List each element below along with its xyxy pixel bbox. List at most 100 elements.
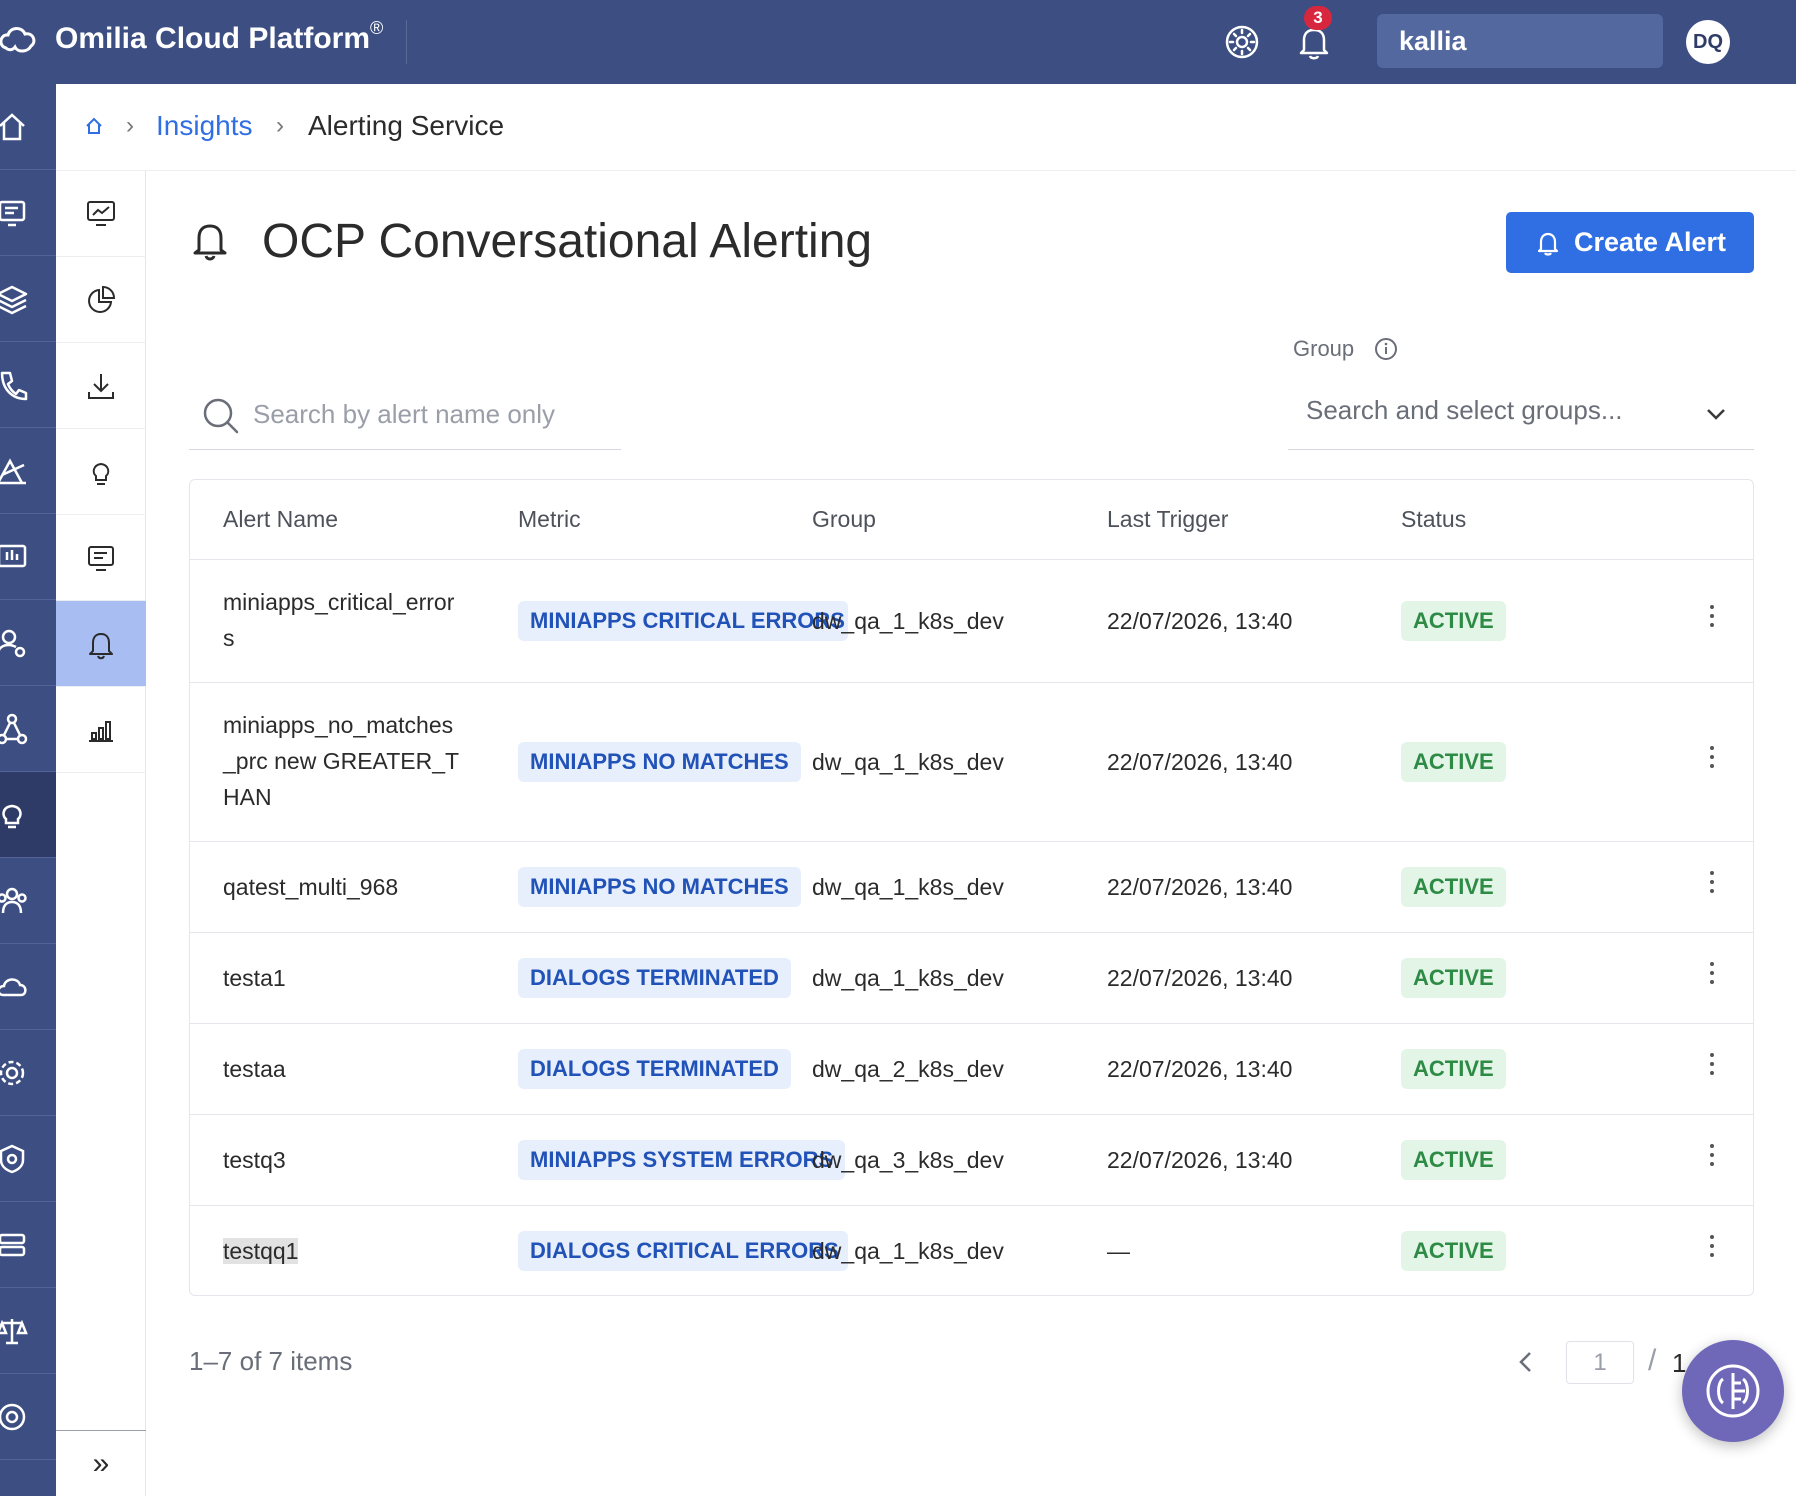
subnav-reports[interactable]	[56, 257, 146, 343]
breadcrumb-insights-link[interactable]: Insights	[156, 110, 253, 142]
subnav-alerting[interactable]	[56, 601, 146, 687]
row-actions-menu-icon[interactable]	[1700, 953, 1724, 993]
metric-tag: MINIAPPS SYSTEM ERRORS	[518, 1140, 846, 1180]
subnav-dashboard-reports[interactable]	[56, 515, 146, 601]
row-actions-menu-icon[interactable]	[1700, 737, 1724, 777]
row-actions-menu-icon[interactable]	[1700, 862, 1724, 902]
user-settings-icon	[0, 629, 26, 657]
row-actions-menu-icon[interactable]	[1700, 1044, 1724, 1084]
theme-toggle-icon[interactable]	[1222, 22, 1262, 62]
bell-icon	[193, 224, 227, 261]
status-badge: ACTIVE	[1401, 1231, 1506, 1271]
chevron-left-icon[interactable]	[1514, 1348, 1538, 1376]
create-alert-button[interactable]: Create Alert	[1506, 212, 1754, 273]
table-row[interactable]: testqq1 DIALOGS CRITICAL ERRORS dw_qa_1_…	[190, 1206, 1753, 1295]
pagination-summary: 1–7 of 7 items	[189, 1346, 353, 1376]
organization-selector[interactable]: kallia	[1377, 14, 1663, 68]
status-badge: ACTIVE	[1401, 958, 1506, 998]
metric-tag: MINIAPPS NO MATCHES	[518, 742, 801, 782]
rail-group[interactable]	[0, 858, 56, 944]
create-alert-label: Create Alert	[1573, 227, 1727, 257]
search-field	[189, 378, 621, 450]
column-header-status[interactable]: Status	[1401, 506, 1466, 533]
rail-user-settings[interactable]	[0, 600, 56, 686]
search-icon	[203, 398, 239, 434]
page-separator: /	[1648, 1344, 1657, 1377]
table-row[interactable]: testa1 DIALOGS TERMINATED dw_qa_1_k8s_de…	[190, 933, 1753, 1024]
subnav-dashboards[interactable]	[56, 171, 146, 257]
row-actions-menu-icon[interactable]	[1700, 596, 1724, 636]
group-value: dw_qa_1_k8s_dev	[812, 749, 1004, 775]
status-badge: ACTIVE	[1401, 1049, 1506, 1089]
rail-phone-book[interactable]	[0, 342, 56, 428]
last-trigger-value: 22/07/2026, 13:40	[1107, 874, 1293, 900]
brand-name[interactable]: Omilia Cloud Platform®	[55, 18, 383, 56]
subnav-ideas[interactable]	[56, 429, 146, 515]
dashboard-report-icon	[88, 545, 114, 571]
omilia-logo-icon[interactable]	[0, 22, 40, 62]
group-value: dw_qa_1_k8s_dev	[812, 874, 1004, 900]
row-actions-menu-icon[interactable]	[1700, 1226, 1724, 1266]
group-value: dw_qa_2_k8s_dev	[812, 1056, 1004, 1082]
metric-tag: MINIAPPS NO MATCHES	[518, 867, 801, 907]
table-row[interactable]: qatest_multi_968 MINIAPPS NO MATCHES dw_…	[190, 842, 1753, 933]
row-actions-menu-icon[interactable]	[1700, 1135, 1724, 1175]
home-icon[interactable]	[84, 116, 104, 136]
group-value: dw_qa_1_k8s_dev	[812, 965, 1004, 991]
lifebuoy-icon	[0, 1403, 26, 1430]
expand-sidebar-button[interactable]: »	[56, 1430, 146, 1496]
network-icon	[0, 713, 28, 744]
subnav-downloads[interactable]	[56, 343, 146, 429]
rail-people-monitor[interactable]	[0, 170, 56, 256]
rail-insights[interactable]	[0, 772, 56, 858]
rail-shield-settings[interactable]	[0, 1116, 56, 1202]
subnav-statistics[interactable]	[56, 687, 146, 773]
rail-legal[interactable]	[0, 1288, 56, 1374]
column-header-metric[interactable]: Metric	[518, 506, 581, 533]
column-header-group[interactable]: Group	[812, 506, 876, 533]
main-sidebar	[0, 84, 56, 1496]
rail-support[interactable]	[0, 1374, 56, 1460]
avatar[interactable]: DQ	[1686, 20, 1730, 64]
pie-chart-icon	[88, 285, 116, 313]
table-row[interactable]: testq3 MINIAPPS SYSTEM ERRORS dw_qa_3_k8…	[190, 1115, 1753, 1206]
rail-home[interactable]	[0, 84, 56, 170]
rail-settings[interactable]	[0, 1030, 56, 1116]
rail-analytics[interactable]	[0, 428, 56, 514]
chevron-right-icon: ›	[126, 112, 134, 139]
group-select[interactable]: Search and select groups...	[1288, 378, 1754, 450]
page-number-input[interactable]	[1566, 1341, 1634, 1384]
table-row[interactable]: miniapps_critical_errors MINIAPPS CRITIC…	[190, 560, 1753, 683]
table-row[interactable]: miniapps_no_matches_prc new GREATER_THAN…	[190, 683, 1753, 842]
scales-icon	[0, 1318, 28, 1344]
cloud-icon	[0, 977, 27, 996]
alert-name: qatest_multi_968	[223, 874, 399, 900]
rail-network[interactable]	[0, 686, 56, 772]
table-row[interactable]: testaa DIALOGS TERMINATED dw_qa_2_k8s_de…	[190, 1024, 1753, 1115]
last-trigger-value: 22/07/2026, 13:40	[1107, 1056, 1293, 1082]
column-header-last-trigger[interactable]: Last Trigger	[1107, 506, 1228, 533]
breadcrumb-current: Alerting Service	[308, 110, 505, 141]
insights-subnav: »	[56, 171, 146, 1496]
bell-icon	[1537, 232, 1559, 256]
page-title: OCP Conversational Alerting	[262, 215, 873, 268]
search-input[interactable]	[253, 396, 613, 432]
rail-presentation[interactable]	[0, 514, 56, 600]
phone-book-icon	[0, 371, 28, 400]
last-trigger-value: 22/07/2026, 13:40	[1107, 608, 1293, 634]
bell-icon	[89, 632, 113, 659]
breadcrumb: › Insights › Alerting Service	[56, 84, 1796, 171]
column-header-alert-name[interactable]: Alert Name	[223, 506, 338, 533]
rail-cloud[interactable]	[0, 944, 56, 1030]
double-chevron-right-icon: »	[92, 1446, 110, 1480]
last-trigger-value: 22/07/2026, 13:40	[1107, 965, 1293, 991]
monitor-chart-icon	[87, 200, 115, 226]
assistant-chat-button[interactable]	[1682, 1340, 1784, 1442]
download-icon	[88, 373, 114, 399]
gear-icon	[0, 1060, 25, 1085]
info-icon[interactable]	[1374, 337, 1398, 361]
rail-server[interactable]	[0, 1202, 56, 1288]
rail-layers[interactable]	[0, 256, 56, 342]
chevron-right-icon: ›	[276, 112, 284, 139]
group-value: dw_qa_1_k8s_dev	[812, 608, 1004, 634]
